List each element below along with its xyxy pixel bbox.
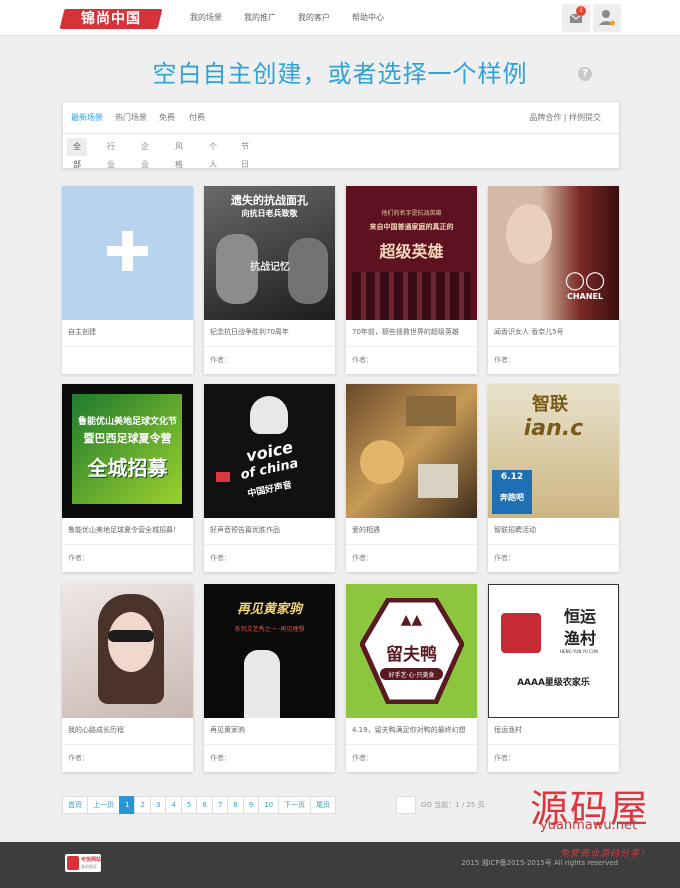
card-item[interactable]: 我的心路成长历程 作者： (62, 584, 193, 772)
card-author: 作者： (210, 554, 231, 562)
card-item[interactable]: voice of china 中国好声音 好声音预告篇优胜作品 作者： (204, 384, 335, 572)
card-title: 70年前，那些拯救世界的超级英雄 (352, 328, 459, 336)
user-icon (599, 10, 615, 26)
page-last[interactable]: 尾页 (310, 796, 337, 814)
trusted-site-badge[interactable]: 可信网站 身份验证 (65, 854, 101, 872)
page-3[interactable]: 3 (149, 796, 167, 814)
card-title: 智联招聘活动 (494, 526, 536, 534)
card-author: 作者： (352, 356, 373, 364)
card-item[interactable]: 遗失的抗战面孔 向抗日老兵致敬 抗战记忆 纪念抗日战争胜利70周年 作者： (204, 186, 335, 374)
brand-cooperation-link[interactable]: 品牌合作 | 样例提交 (529, 102, 601, 134)
page-1[interactable]: 1 (119, 796, 136, 814)
page-next[interactable]: 下一页 (278, 796, 312, 814)
page-5[interactable]: 5 (180, 796, 198, 814)
create-thumbnail[interactable] (62, 186, 193, 320)
card-thumbnail: 恒运 渔村 HENG YUN YU CUN AAAA星级农家乐 (488, 584, 619, 718)
card-title: 鲁能优山美地足球夏令营全城招募！ (68, 526, 180, 534)
card-thumbnail (346, 384, 477, 518)
card-thumbnail: 遗失的抗战面孔 向抗日老兵致敬 抗战记忆 (204, 186, 335, 320)
shield-icon (67, 856, 79, 870)
card-title: 我的心路成长历程 (68, 726, 124, 734)
card-author: 作者： (494, 554, 515, 562)
page-status: GO 当前：1 / 25 页 (421, 801, 485, 809)
card-author: 作者： (352, 554, 373, 562)
category-personal[interactable]: 个人 (203, 138, 223, 169)
card-thumbnail: 再见黄家驹 系列文艺秀之一 ·再见理想 (204, 584, 335, 718)
watermark-slogan: 免费商业源码分享！ (560, 849, 651, 859)
card-item[interactable]: 爱的相遇 作者： (346, 384, 477, 572)
card-thumbnail: 智联 ian.c 6.12 奔跑吧 (488, 384, 619, 518)
nav-my-scenes[interactable]: 我的场景 (190, 0, 222, 36)
card-author: 作者： (68, 554, 89, 562)
page-prev[interactable]: 上一页 (87, 796, 120, 814)
card-author: 作者： (210, 754, 231, 762)
nav-help-center[interactable]: 帮助中心 (352, 0, 384, 36)
card-thumbnail: 鲁能优山美地足球文化节 暨巴西足球夏令营 全城招募 (62, 384, 193, 518)
card-author: 作者： (352, 754, 373, 762)
card-item[interactable]: 鲁能优山美地足球文化节 暨巴西足球夏令营 全城招募 鲁能优山美地足球夏令营全城招… (62, 384, 193, 572)
category-festival[interactable]: 节日 (235, 138, 255, 169)
page-4[interactable]: 4 (165, 796, 182, 814)
tab-latest[interactable]: 最新场景 (71, 102, 103, 134)
card-thumbnail: ◯◯ CHANEL (488, 186, 619, 320)
watermark-url: yuanmawu.net (540, 818, 638, 833)
user-menu-button[interactable] (593, 4, 621, 32)
category-style[interactable]: 风格 (169, 138, 189, 169)
category-enterprise[interactable]: 企业 (135, 138, 155, 169)
page-6[interactable]: 6 (196, 796, 213, 814)
filter-panel: 最新场景 热门场景 免费 付费 品牌合作 | 样例提交 全部 行业 企业 风格 … (62, 101, 620, 169)
page-10[interactable]: 10 (258, 796, 280, 814)
card-title: 爱的相遇 (352, 526, 380, 534)
category-all[interactable]: 全部 (67, 138, 87, 169)
card-thumbnail (62, 584, 193, 718)
page-first[interactable]: 首页 (62, 796, 88, 814)
nav-my-promotion[interactable]: 我的推广 (244, 0, 276, 36)
category-industry[interactable]: 行业 (101, 138, 121, 169)
scene-tabs: 最新场景 热门场景 免费 付费 品牌合作 | 样例提交 (63, 102, 619, 134)
page-9[interactable]: 9 (242, 796, 260, 814)
tab-paid[interactable]: 付费 (189, 102, 205, 134)
card-thumbnail: 他们的名字是抗战英雄 来自中国普通家庭的真正的 超级英雄 (346, 186, 477, 320)
tab-popular[interactable]: 热门场景 (115, 102, 147, 134)
main-nav: 我的场景 我的推广 我的客户 帮助中心 (190, 0, 406, 36)
card-item[interactable]: 智联 ian.c 6.12 奔跑吧 智联招聘活动 作者： (488, 384, 619, 572)
logo[interactable]: 锦尚中国 (59, 9, 163, 29)
card-thumbnail: ▲▲ 留夫鸭 好手艺·心·只美食 (346, 584, 477, 718)
card-item[interactable]: ◯◯ CHANEL 闻香识女人 香奈儿5号 作者： (488, 186, 619, 374)
page-jump-input[interactable] (396, 796, 416, 814)
nav-my-clients[interactable]: 我的客户 (298, 0, 330, 36)
page-7[interactable]: 7 (211, 796, 229, 814)
card-author: 作者： (494, 754, 515, 762)
card-title: 闻香识女人 香奈儿5号 (494, 328, 564, 336)
card-item[interactable]: 再见黄家驹 系列文艺秀之一 ·再见理想 再见黄家驹 作者： (204, 584, 335, 772)
pagination: 首页 上一页 1 2 3 4 5 6 7 8 9 10 下一页 尾页 (62, 796, 337, 814)
card-item[interactable]: 恒运 渔村 HENG YUN YU CUN AAAA星级农家乐 恒运渔村 作者： (488, 584, 619, 772)
card-thumbnail: voice of china 中国好声音 (204, 384, 335, 518)
card-title: 纪念抗日战争胜利70周年 (210, 328, 289, 336)
card-title: 自主创建 (68, 328, 96, 336)
copyright: 2015 湘ICP备2015-2015号 All rights reserved (461, 859, 618, 867)
card-title: 4.19，留夫鸭满足你对鸭的最终幻想 (352, 726, 466, 734)
card-title: 再见黄家驹 (210, 726, 245, 734)
help-icon[interactable]: ? (578, 67, 592, 81)
card-create[interactable]: 自主创建 (62, 186, 193, 374)
mail-badge: 1 (576, 6, 586, 16)
card-author: 作者： (210, 356, 231, 364)
page-2[interactable]: 2 (134, 796, 151, 814)
card-author: 作者： (494, 356, 515, 364)
page-8[interactable]: 8 (227, 796, 244, 814)
card-item[interactable]: ▲▲ 留夫鸭 好手艺·心·只美食 4.19，留夫鸭满足你对鸭的最终幻想 作者： (346, 584, 477, 772)
top-bar: 锦尚中国 我的场景 我的推广 我的客户 帮助中心 1 (0, 0, 680, 36)
tab-free[interactable]: 免费 (159, 102, 175, 134)
card-title: 好声音预告篇优胜作品 (210, 526, 280, 534)
card-item[interactable]: 他们的名字是抗战英雄 来自中国普通家庭的真正的 超级英雄 70年前，那些拯救世界… (346, 186, 477, 374)
card-author: 作者： (68, 754, 89, 762)
card-title: 恒运渔村 (494, 726, 522, 734)
